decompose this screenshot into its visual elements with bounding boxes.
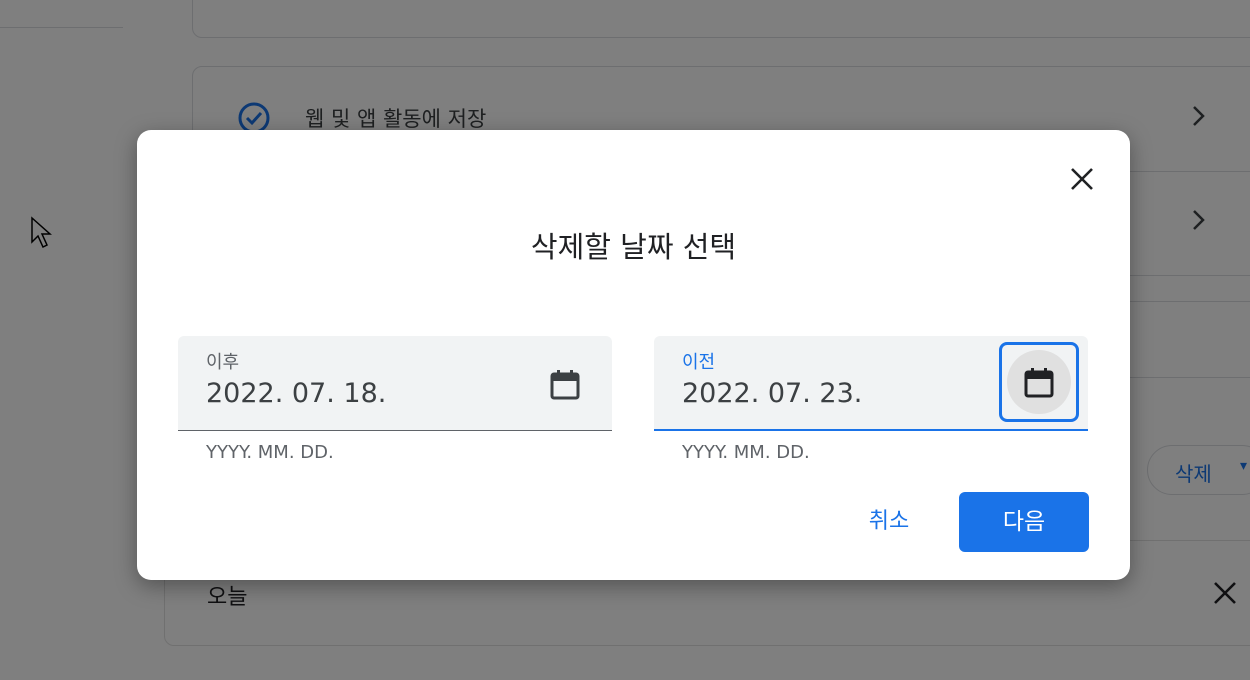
calendar-icon[interactable] bbox=[547, 366, 583, 402]
after-date-field[interactable]: 이후 2022. 07. 18. bbox=[178, 336, 612, 431]
before-date-label: 이전 bbox=[682, 352, 716, 373]
before-date-field[interactable]: 이전 2022. 07. 23. bbox=[654, 336, 1088, 431]
dialog-title: 삭제할 날짜 선택 bbox=[530, 230, 737, 264]
after-date-input[interactable]: 2022. 07. 18. bbox=[206, 378, 386, 409]
cancel-button[interactable]: 취소 bbox=[849, 502, 929, 542]
after-date-label: 이후 bbox=[206, 352, 240, 373]
before-date-input[interactable]: 2022. 07. 23. bbox=[682, 378, 862, 409]
calendar-icon bbox=[1024, 368, 1054, 398]
before-date-helper: YYYY. MM. DD. bbox=[682, 442, 810, 463]
next-button[interactable]: 다음 bbox=[959, 492, 1089, 552]
select-date-dialog: 삭제할 날짜 선택 이후 2022. 07. 18. 이전 2022. 07. … bbox=[137, 130, 1130, 580]
after-date-helper: YYYY. MM. DD. bbox=[206, 442, 334, 463]
calendar-button[interactable] bbox=[999, 342, 1079, 422]
close-icon[interactable] bbox=[1066, 163, 1098, 195]
